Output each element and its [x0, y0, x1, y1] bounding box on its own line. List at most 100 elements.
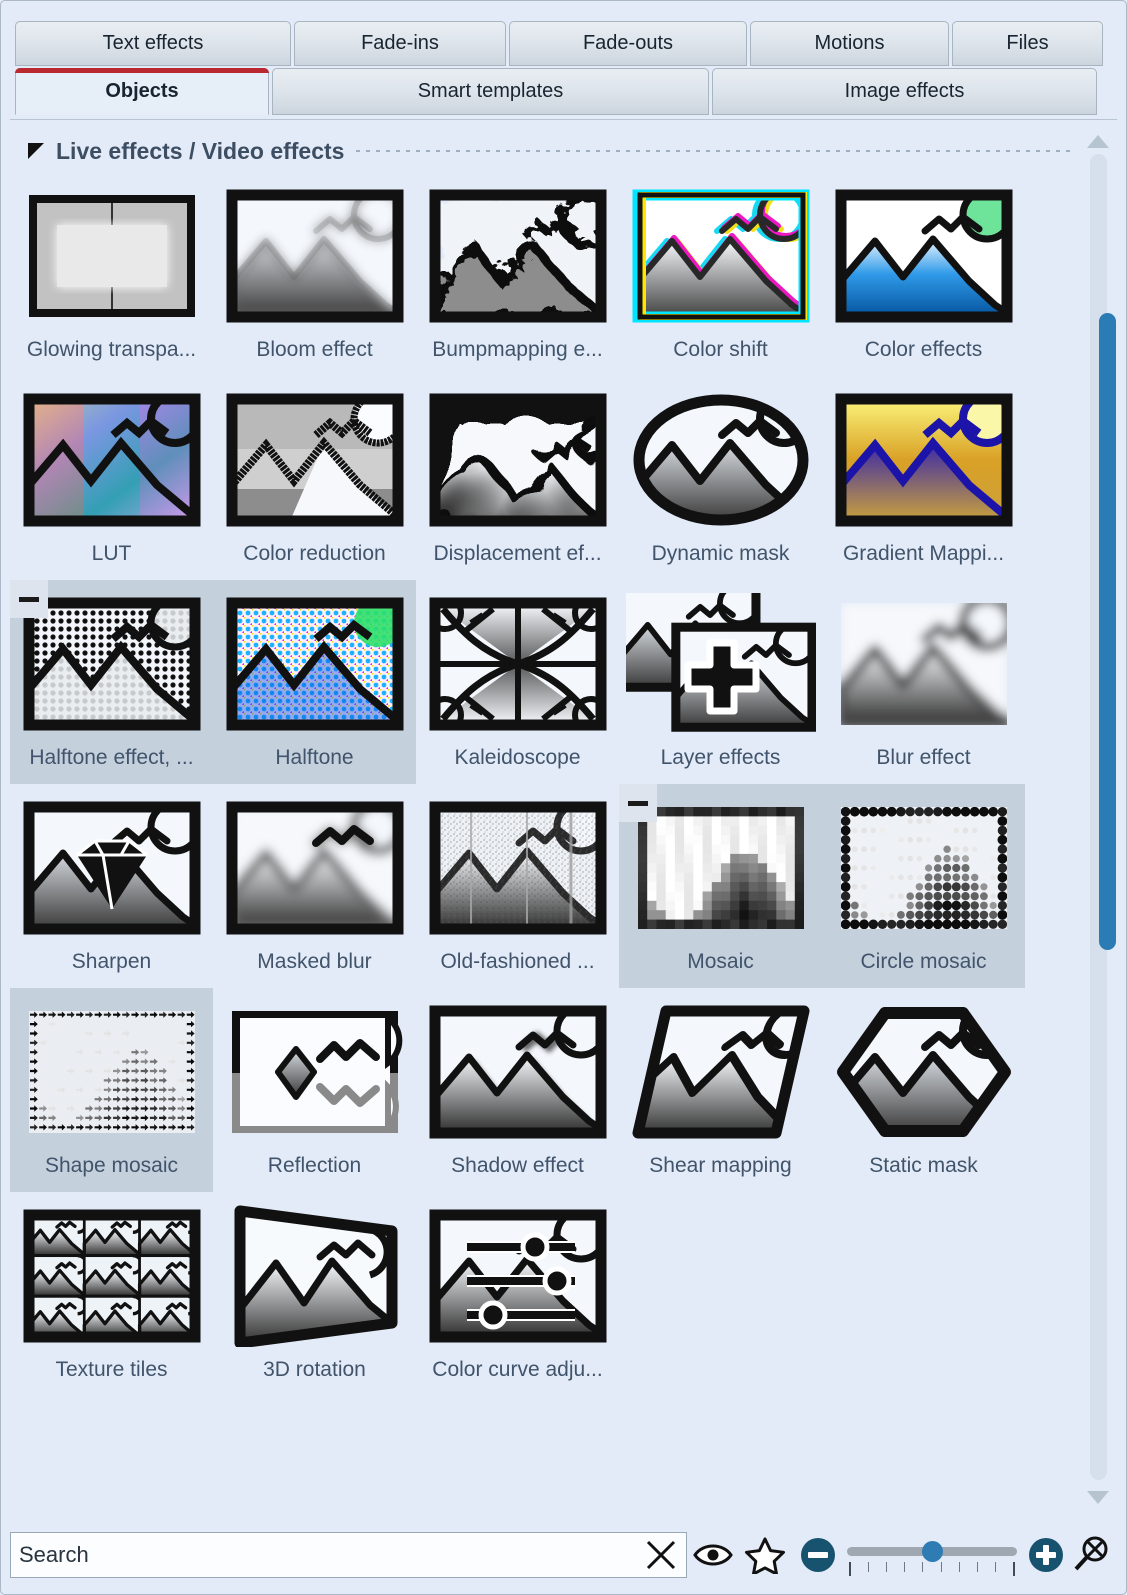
minus-circle-icon[interactable]: [799, 1536, 837, 1574]
effect-item[interactable]: Bumpmapping e...: [416, 172, 619, 376]
tab-files[interactable]: Files: [952, 21, 1103, 66]
tab-motions[interactable]: Motions: [750, 21, 949, 66]
effect-item[interactable]: Sharpen: [10, 784, 213, 988]
effect-item[interactable]: Static mask: [822, 988, 1025, 1192]
effect-item[interactable]: Shadow effect: [416, 988, 619, 1192]
shape-mosaic-thumb[interactable]: [17, 1002, 207, 1142]
star-icon[interactable]: [739, 1529, 791, 1581]
clear-x-icon[interactable]: [644, 1538, 678, 1572]
scroll-up-arrow-icon[interactable]: [1081, 128, 1115, 154]
effect-item[interactable]: Color reduction: [213, 376, 416, 580]
halftone-color-thumb[interactable]: [220, 594, 410, 734]
effect-label: Color effects: [864, 338, 983, 361]
effect-label: Color shift: [673, 338, 768, 361]
kaleidoscope-thumb[interactable]: [423, 594, 613, 734]
search-box[interactable]: [10, 1532, 687, 1578]
scrollbar-thumb[interactable]: [1099, 313, 1116, 950]
old-fashioned-thumb[interactable]: [423, 798, 613, 938]
effect-item[interactable]: Color shift: [619, 172, 822, 376]
circle-mosaic-thumb[interactable]: [829, 798, 1019, 938]
effect-label: Shear mapping: [649, 1154, 792, 1177]
effect-item[interactable]: Mosaic: [619, 784, 822, 988]
effect-item[interactable]: Glowing transpa...: [10, 172, 213, 376]
sharpen-thumb[interactable]: [17, 798, 207, 938]
group-title: Live effects / Video effects: [56, 137, 345, 164]
effect-item[interactable]: Layer effects: [619, 580, 822, 784]
effect-label: Gradient Mappi...: [842, 542, 1005, 565]
effect-label: LUT: [91, 542, 132, 565]
eye-icon[interactable]: [687, 1529, 739, 1581]
effect-label: Dynamic mask: [651, 542, 790, 565]
remove-effect-badge-icon[interactable]: [619, 784, 657, 822]
effect-item[interactable]: Reflection: [213, 988, 416, 1192]
color-curve-thumb[interactable]: [423, 1206, 613, 1346]
effect-item[interactable]: Gradient Mappi...: [822, 376, 1025, 580]
search-input[interactable]: [11, 1533, 686, 1577]
effect-label: Shadow effect: [451, 1154, 584, 1177]
tab-text-effects[interactable]: Text effects: [15, 21, 291, 66]
effect-label: Shape mosaic: [44, 1154, 179, 1177]
vertical-scrollbar[interactable]: [1081, 120, 1116, 1516]
tab-image-effects[interactable]: Image effects: [712, 68, 1097, 115]
tab-smart-templates[interactable]: Smart templates: [272, 68, 709, 115]
effect-item[interactable]: Shape mosaic: [10, 988, 213, 1192]
effect-item[interactable]: Dynamic mask: [619, 376, 822, 580]
tab-bar-primary: Text effects Fade-ins Fade-outs Motions …: [1, 1, 1126, 66]
effects-row: LUT Color reduction Displacement ef... D…: [10, 376, 1077, 580]
rotation-3d-thumb[interactable]: [220, 1205, 410, 1347]
tab-objects[interactable]: Objects: [15, 68, 269, 115]
effect-label: 3D rotation: [263, 1358, 366, 1381]
tab-fade-ins[interactable]: Fade-ins: [294, 21, 506, 66]
effect-item[interactable]: Color effects: [822, 172, 1025, 376]
slider-knob[interactable]: [922, 1541, 943, 1562]
effect-item[interactable]: LUT: [10, 376, 213, 580]
effect-item[interactable]: Halftone effect, ...: [10, 580, 213, 784]
zoom-slider[interactable]: [847, 1536, 1017, 1576]
color-reduction-thumb[interactable]: [220, 390, 410, 530]
effect-item[interactable]: Blur effect: [822, 580, 1025, 784]
effects-row: Texture tiles 3D rotation Color curve ad…: [10, 1192, 1077, 1396]
effect-item[interactable]: Kaleidoscope: [416, 580, 619, 784]
magnifier-x-icon[interactable]: [1065, 1529, 1117, 1581]
effect-item[interactable]: Old-fashioned ...: [416, 784, 619, 988]
texture-tiles-thumb[interactable]: [17, 1206, 207, 1346]
blur-effect-thumb[interactable]: [829, 594, 1019, 734]
effect-item[interactable]: Displacement ef...: [416, 376, 619, 580]
effect-item[interactable]: Circle mosaic: [822, 784, 1025, 988]
masked-blur-thumb[interactable]: [220, 798, 410, 938]
bloom-effect-thumb[interactable]: [220, 186, 410, 326]
effect-item[interactable]: Bloom effect: [213, 172, 416, 376]
dynamic-mask-thumb[interactable]: [626, 390, 816, 530]
group-header-live-effects[interactable]: Live effects / Video effects: [10, 120, 1117, 172]
effect-item[interactable]: Shear mapping: [619, 988, 822, 1192]
layer-effects-thumb[interactable]: [625, 593, 816, 734]
shear-mapping-thumb[interactable]: [626, 1002, 816, 1142]
effect-label: Texture tiles: [55, 1358, 168, 1381]
effect-label: Kaleidoscope: [454, 746, 581, 769]
effects-row: Sharpen Masked blur Old-fashioned ... Mo…: [10, 784, 1077, 988]
static-mask-thumb[interactable]: [829, 1002, 1019, 1142]
shadow-effect-thumb[interactable]: [423, 1002, 613, 1142]
effect-label: Displacement ef...: [433, 542, 602, 565]
plus-circle-icon[interactable]: [1027, 1536, 1065, 1574]
glowing-transparency-thumb[interactable]: [17, 186, 207, 326]
effect-item[interactable]: Halftone: [213, 580, 416, 784]
scrollbar-track[interactable]: [1090, 154, 1116, 1480]
effect-item[interactable]: Masked blur: [213, 784, 416, 988]
effect-item[interactable]: Color curve adju...: [416, 1192, 619, 1396]
triangle-collapse-icon[interactable]: [28, 143, 44, 159]
reflection-thumb[interactable]: [220, 1002, 410, 1142]
bottom-toolbar: [10, 1524, 1117, 1586]
displacement-thumb[interactable]: [423, 390, 613, 530]
bumpmapping-thumb[interactable]: [423, 186, 613, 326]
gradient-mapping-thumb[interactable]: [829, 390, 1019, 530]
scroll-down-arrow-icon[interactable]: [1081, 1484, 1115, 1510]
color-effects-thumb[interactable]: [829, 186, 1019, 326]
effect-item[interactable]: 3D rotation: [213, 1192, 416, 1396]
effect-item[interactable]: Texture tiles: [10, 1192, 213, 1396]
lut-thumb[interactable]: [17, 390, 207, 530]
remove-effect-badge-icon[interactable]: [10, 580, 48, 618]
effect-label: Mosaic: [687, 950, 754, 973]
color-shift-thumb[interactable]: [626, 186, 816, 326]
tab-fade-outs[interactable]: Fade-outs: [509, 21, 747, 66]
